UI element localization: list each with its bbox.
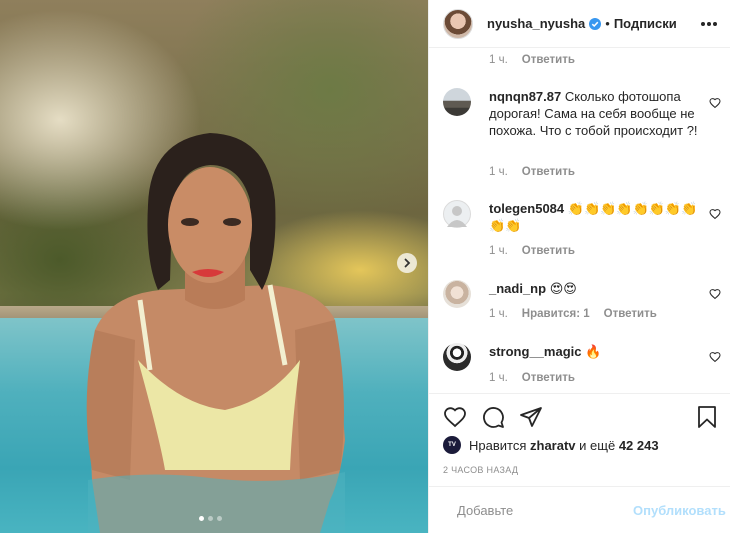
comment-input[interactable] (457, 503, 633, 518)
post-photo[interactable] (0, 0, 428, 533)
comment-meta: 1 ч. Нравится: 1 Ответить (489, 308, 657, 320)
liker-avatar[interactable]: TV (443, 436, 461, 454)
publish-button[interactable]: Опубликовать (633, 503, 726, 518)
carousel-dot-active (199, 516, 204, 521)
reply-button[interactable]: Ответить (522, 54, 575, 66)
following-button[interactable]: Подписки (614, 16, 677, 31)
reply-button[interactable]: Ответить (604, 308, 657, 320)
add-comment-bar: Опубликовать (429, 486, 730, 533)
commenter-username[interactable]: tolegen5084 (489, 201, 564, 216)
heart-icon[interactable] (443, 405, 467, 429)
carousel-dot (217, 516, 222, 521)
commenter-avatar[interactable] (443, 88, 471, 116)
like-comment-heart-icon[interactable] (709, 97, 721, 109)
likes-count[interactable]: 42 243 (619, 438, 659, 453)
author-username[interactable]: nyusha_nyusha (487, 16, 585, 31)
comment-time: 1 ч. (489, 308, 508, 320)
likes-middle: и ещё (579, 437, 616, 453)
comment-meta: 1 ч. Ответить (489, 372, 575, 384)
author-avatar[interactable] (443, 8, 473, 39)
verified-badge-icon (589, 17, 602, 30)
liker-username[interactable]: zharatv (530, 438, 576, 453)
instagram-post: nyusha_nyusha • Подписки 1 ч. Ответить n… (0, 0, 730, 533)
post-header: nyusha_nyusha • Подписки (429, 0, 730, 48)
commenter-username[interactable]: strong__magic (489, 344, 581, 359)
comment-likes[interactable]: Нравится: 1 (522, 308, 590, 320)
likes-prefix: Нравится (469, 437, 527, 453)
reply-button[interactable]: Ответить (522, 372, 575, 384)
comment-item: nqnqn87.87 Сколько фотошопа дорогая! Сам… (443, 88, 723, 139)
comment-item: _nadi_np 😍😍 (443, 280, 723, 308)
post-timestamp[interactable]: 2 ЧАСОВ НАЗАД (443, 465, 518, 475)
carousel-next-button[interactable] (397, 253, 417, 273)
comments-list[interactable]: 1 ч. Ответить nqnqn87.87 Сколько фотошоп… (429, 48, 730, 393)
like-comment-heart-icon[interactable] (709, 288, 721, 300)
commenter-avatar[interactable] (443, 200, 471, 228)
comment-time: 1 ч. (489, 372, 508, 384)
more-options-icon[interactable] (701, 21, 717, 26)
comment-meta: 1 ч. Ответить (489, 166, 575, 178)
commenter-username[interactable]: nqnqn87.87 (489, 89, 561, 104)
share-icon[interactable] (519, 405, 543, 429)
commenter-avatar[interactable] (443, 280, 471, 308)
header-separator: • (605, 16, 610, 31)
comment-body: tolegen5084 👏👏👏👏👏👏👏👏👏👏 (489, 200, 703, 234)
commenter-avatar[interactable] (443, 343, 471, 371)
like-comment-heart-icon[interactable] (709, 351, 721, 363)
chevron-right-icon (404, 258, 411, 268)
comment-body: strong__magic 🔥 (489, 343, 703, 371)
carousel-dot (208, 516, 213, 521)
comment-text: 🔥 (585, 344, 602, 359)
like-comment-heart-icon[interactable] (709, 208, 721, 220)
reply-button[interactable]: Ответить (522, 245, 575, 257)
bookmark-icon[interactable] (695, 405, 719, 429)
comment-body: _nadi_np 😍😍 (489, 280, 703, 308)
default-avatar-icon (447, 206, 467, 227)
post-side-panel: nyusha_nyusha • Подписки 1 ч. Ответить n… (428, 0, 730, 533)
comment-icon[interactable] (481, 405, 505, 429)
comment-time: 1 ч. (489, 166, 508, 178)
commenter-username[interactable]: _nadi_np (489, 281, 546, 296)
carousel-indicator (199, 516, 222, 521)
comment-body: nqnqn87.87 Сколько фотошопа дорогая! Сам… (489, 88, 703, 139)
comment-item: tolegen5084 👏👏👏👏👏👏👏👏👏👏 (443, 200, 723, 234)
comment-time: 1 ч. (489, 245, 508, 257)
post-actions: TV Нравится zharatv и ещё 42 243 2 ЧАСОВ… (429, 393, 730, 533)
action-icons (443, 404, 719, 430)
comment-time: 1 ч. (489, 54, 508, 66)
comment-meta-prev: 1 ч. Ответить (489, 54, 575, 66)
comment-meta: 1 ч. Ответить (489, 245, 575, 257)
woman-figure (86, 133, 345, 533)
comment-item: strong__magic 🔥 (443, 343, 723, 371)
reply-button[interactable]: Ответить (522, 166, 575, 178)
comment-text: 😍😍 (549, 281, 577, 296)
likes-summary: TV Нравится zharatv и ещё 42 243 (443, 436, 659, 454)
